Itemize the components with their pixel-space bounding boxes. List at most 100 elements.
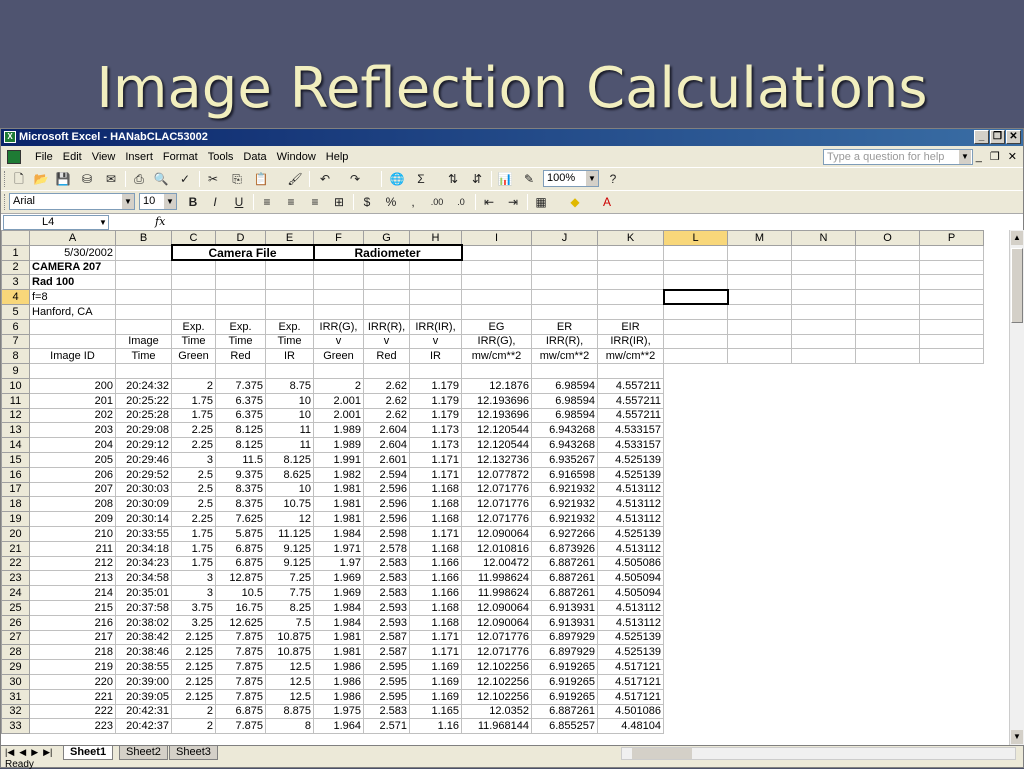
cell[interactable] (727, 599, 792, 616)
table-cell[interactable]: 1.171 (409, 525, 462, 542)
table-cell[interactable]: 1.971 (313, 540, 364, 557)
cell[interactable] (727, 688, 792, 705)
table-cell[interactable]: 220 (29, 673, 116, 690)
table-cell[interactable]: 2.125 (171, 629, 216, 646)
table-cell[interactable]: 2.595 (363, 688, 410, 705)
cell[interactable] (662, 288, 729, 306)
cell[interactable] (791, 274, 856, 291)
cell[interactable] (919, 333, 984, 350)
table-cell[interactable]: 1.981 (313, 644, 364, 661)
row-header[interactable]: 13 (1, 422, 30, 439)
table-cell[interactable]: 2.593 (363, 599, 410, 616)
cell[interactable] (171, 259, 216, 276)
table-cell[interactable]: 2.601 (363, 451, 410, 468)
row-header[interactable]: 7 (1, 333, 30, 350)
row-header[interactable]: 26 (1, 614, 30, 631)
print-icon[interactable]: ⎙ (131, 171, 147, 187)
table-cell[interactable]: 212 (29, 555, 116, 572)
row-header[interactable]: 24 (1, 585, 30, 601)
row-header[interactable]: 33 (1, 718, 30, 735)
cell[interactable] (855, 496, 920, 513)
column-header-b[interactable]: B (115, 230, 172, 246)
row-header[interactable]: 25 (1, 599, 30, 616)
cell[interactable] (597, 244, 664, 261)
cell[interactable] (727, 511, 792, 527)
table-cell[interactable]: 8 (265, 718, 314, 735)
borders-icon[interactable]: ▦ (533, 194, 549, 210)
cell[interactable] (115, 274, 172, 291)
table-cell[interactable]: 6.921932 (531, 496, 598, 513)
cell[interactable] (597, 363, 664, 379)
table-cell[interactable]: 1.16 (409, 718, 462, 735)
cell[interactable] (855, 614, 920, 631)
horizontal-scrollbar[interactable] (621, 747, 1016, 760)
cell[interactable] (663, 303, 728, 320)
column-header-h[interactable]: H (409, 230, 462, 246)
cell[interactable] (919, 274, 984, 291)
row-header[interactable]: 10 (1, 377, 30, 394)
cell[interactable] (791, 289, 856, 305)
cell[interactable] (855, 555, 920, 572)
table-cell[interactable]: 2.595 (363, 673, 410, 690)
cell[interactable] (727, 585, 792, 601)
column-header-o[interactable]: O (855, 230, 920, 246)
cell[interactable] (409, 289, 462, 305)
table-cell[interactable]: 7.875 (215, 629, 266, 646)
cell[interactable] (727, 629, 792, 646)
table-cell[interactable]: 11.998624 (461, 585, 532, 601)
row-header[interactable]: 21 (1, 540, 30, 557)
table-cell[interactable]: 1.168 (409, 599, 462, 616)
decrease-indent-icon[interactable]: ⇤ (481, 194, 497, 210)
column-header-l[interactable]: L (663, 230, 728, 246)
scroll-thumb[interactable] (1011, 248, 1023, 323)
cell[interactable] (855, 318, 920, 335)
cell[interactable] (919, 318, 984, 335)
table-cell[interactable]: 3 (171, 585, 216, 601)
table-cell[interactable]: 1.168 (409, 540, 462, 557)
select-all-corner[interactable] (1, 230, 30, 246)
table-cell[interactable]: 6.875 (215, 555, 266, 572)
cell[interactable] (663, 422, 728, 439)
cell[interactable] (919, 437, 984, 453)
table-cell[interactable]: 10.875 (265, 644, 314, 661)
table-cell[interactable]: 10 (265, 481, 314, 498)
table-cell[interactable]: 2.583 (363, 555, 410, 572)
table-cell[interactable]: 12.875 (215, 570, 266, 587)
table-cell[interactable]: 2 (171, 703, 216, 720)
table-cell[interactable]: 4.517121 (597, 688, 664, 705)
table-cell[interactable]: 216 (29, 614, 116, 631)
table-cell[interactable]: 6.935267 (531, 451, 598, 468)
cell[interactable] (727, 496, 792, 513)
table-cell[interactable]: 2.583 (363, 585, 410, 601)
column-label[interactable]: mw/cm**2 (597, 348, 664, 365)
table-cell[interactable]: 4.513112 (597, 614, 664, 631)
table-cell[interactable]: 12.102256 (461, 688, 532, 705)
cell[interactable] (855, 422, 920, 439)
cell[interactable] (663, 363, 728, 379)
table-cell[interactable]: 12.120544 (461, 437, 532, 453)
table-cell[interactable]: 1.165 (409, 703, 462, 720)
table-cell[interactable]: 8.125 (215, 437, 266, 453)
table-cell[interactable]: 20:42:37 (115, 718, 172, 735)
spelling-icon[interactable]: ✓ (177, 171, 193, 187)
table-cell[interactable]: 20:34:58 (115, 570, 172, 587)
row-header[interactable]: 11 (1, 392, 30, 409)
table-cell[interactable]: 20:38:02 (115, 614, 172, 631)
row-header[interactable]: 2 (1, 259, 30, 276)
table-cell[interactable]: 1.168 (409, 614, 462, 631)
table-cell[interactable]: 10.875 (265, 629, 314, 646)
column-label[interactable]: Time (215, 333, 266, 350)
cell[interactable] (727, 718, 792, 735)
table-cell[interactable]: 2.578 (363, 540, 410, 557)
cell[interactable] (791, 599, 856, 616)
table-cell[interactable]: 1.179 (409, 392, 462, 409)
table-cell[interactable]: 10 (265, 392, 314, 409)
cell[interactable] (919, 659, 984, 675)
cell[interactable] (855, 629, 920, 646)
increase-decimal-icon[interactable]: .00 (429, 194, 445, 210)
table-cell[interactable]: 2.598 (363, 525, 410, 542)
column-label[interactable]: IRR(G), (461, 333, 532, 350)
cell[interactable] (663, 407, 728, 424)
column-label[interactable]: IRR(R), (363, 318, 410, 335)
cell[interactable] (531, 259, 598, 276)
